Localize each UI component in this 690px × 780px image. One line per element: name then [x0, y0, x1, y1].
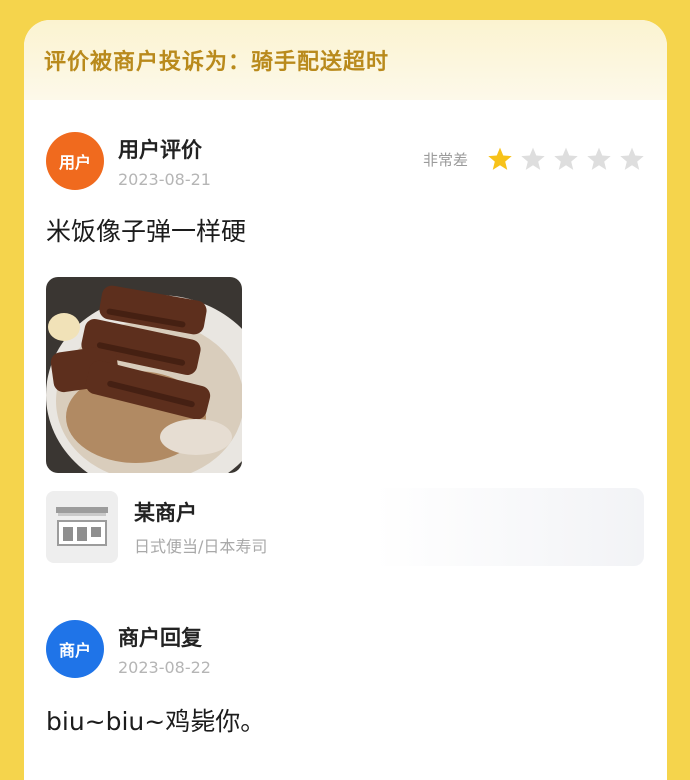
store-icon — [46, 491, 118, 563]
shop-category: 日式便当/日本寿司 — [134, 537, 268, 556]
food-photo-icon-graphic — [46, 277, 242, 473]
star-empty-icon — [521, 147, 545, 170]
review-date: 2023-08-21 — [118, 169, 211, 189]
reply-header: 商户 商户回复 2023-08-22 — [46, 620, 211, 678]
merchant-avatar-label: 商户 — [58, 641, 91, 660]
complaint-banner: 评价被商户投诉为：骑手配送超时 — [24, 20, 667, 100]
review-card: 评价被商户投诉为：骑手配送超时 用户 用户评价 2023-08-21 非常差 米… — [24, 20, 667, 780]
shop-card[interactable]: 某商户 日式便当/日本寿司 — [46, 488, 644, 566]
rating-label: 非常差 — [422, 150, 468, 169]
star-empty-icon — [587, 147, 611, 170]
reply-text: biu~biu~鸡毙你。 — [46, 707, 266, 736]
merchant-avatar[interactable]: 商户 — [46, 620, 104, 678]
review-title: 用户评价 — [118, 137, 202, 162]
shop-name: 某商户 — [134, 501, 197, 525]
complaint-text: 评价被商户投诉为：骑手配送超时 — [44, 50, 390, 75]
review-text: 米饭像子弹一样硬 — [46, 217, 247, 246]
reply-title: 商户回复 — [118, 625, 202, 650]
rating-stars: 非常差 — [423, 146, 645, 172]
user-avatar-label: 用户 — [58, 153, 91, 172]
star-empty-icon — [620, 147, 644, 170]
user-avatar[interactable]: 用户 — [46, 132, 104, 190]
food-photo-icon[interactable] — [46, 277, 242, 473]
star-empty-icon — [554, 147, 578, 170]
star-filled-icon — [488, 147, 512, 170]
review-header: 用户 用户评价 2023-08-21 — [46, 132, 211, 190]
reply-date: 2023-08-22 — [118, 657, 211, 677]
